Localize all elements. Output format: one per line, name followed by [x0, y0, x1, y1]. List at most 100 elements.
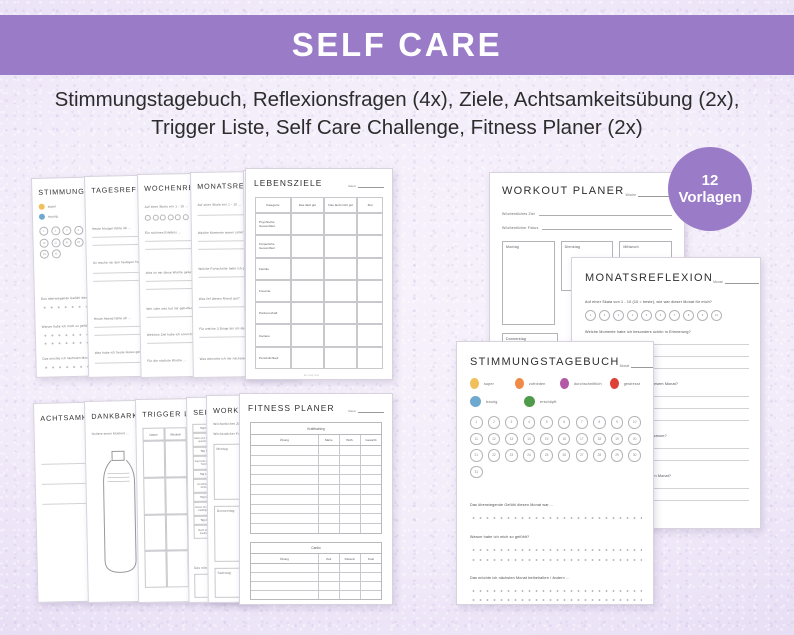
- row-cell[interactable]: [319, 446, 340, 455]
- month-input-line[interactable]: [724, 280, 759, 284]
- scale-circle[interactable]: 10: [711, 310, 722, 321]
- scale-circle[interactable]: 4: [627, 310, 638, 321]
- row-cell[interactable]: [319, 504, 340, 514]
- row-cell[interactable]: [340, 494, 361, 504]
- row-cell[interactable]: [361, 514, 381, 523]
- row-cell[interactable]: [251, 591, 319, 599]
- row-cell[interactable]: [251, 514, 319, 524]
- row-cell[interactable]: [324, 324, 358, 347]
- date-input-line[interactable]: [358, 184, 384, 188]
- date-field[interactable]: Datum: [348, 409, 384, 413]
- row-cell[interactable]: [357, 279, 383, 303]
- row-cell[interactable]: [361, 582, 381, 590]
- row-cell[interactable]: [357, 235, 383, 258]
- row-cell[interactable]: [144, 550, 167, 588]
- row-cell[interactable]: [361, 466, 381, 475]
- month-field[interactable]: Monat: [713, 280, 759, 284]
- row-cell[interactable]: [251, 475, 319, 485]
- row-cell[interactable]: [319, 573, 340, 581]
- row-cell[interactable]: [361, 524, 381, 533]
- row-cell[interactable]: [340, 446, 361, 455]
- row-cell[interactable]: [319, 455, 340, 465]
- day-circle[interactable]: 4: [522, 416, 536, 429]
- row-cell[interactable]: [324, 346, 358, 369]
- day-circle[interactable]: 29: [610, 449, 624, 462]
- date-input-line[interactable]: [358, 409, 384, 413]
- row-cell[interactable]: [324, 302, 358, 325]
- row-cell[interactable]: [290, 324, 325, 347]
- dotted-line[interactable]: [470, 590, 642, 592]
- dotted-line[interactable]: [470, 549, 642, 551]
- row-cell[interactable]: [166, 550, 189, 588]
- row-cell[interactable]: [319, 475, 340, 485]
- row-cell[interactable]: [251, 564, 319, 572]
- row-cell[interactable]: [361, 456, 381, 465]
- row-cell[interactable]: [290, 213, 325, 236]
- day-circle[interactable]: 19: [610, 432, 624, 445]
- row-cell[interactable]: [165, 513, 189, 551]
- dotted-line[interactable]: [470, 599, 642, 601]
- row-cell[interactable]: [324, 257, 358, 280]
- row-cell[interactable]: [319, 485, 340, 494]
- row-cell[interactable]: [361, 505, 381, 514]
- row-cell[interactable]: [361, 564, 381, 572]
- day-circle[interactable]: 1: [470, 416, 483, 429]
- row-cell[interactable]: [340, 504, 361, 514]
- scale-circle[interactable]: 3: [613, 310, 624, 321]
- scale-circle[interactable]: 2: [599, 310, 610, 321]
- day-circle[interactable]: 21: [470, 449, 483, 462]
- row-cell[interactable]: [357, 302, 383, 325]
- row-cell[interactable]: [340, 475, 361, 485]
- day-circle[interactable]: 14: [522, 432, 536, 445]
- row-cell[interactable]: [340, 582, 361, 590]
- row-cell[interactable]: [290, 302, 325, 325]
- day-circle[interactable]: 17: [575, 432, 589, 445]
- row-cell[interactable]: [319, 494, 340, 504]
- row-cell[interactable]: [251, 455, 319, 465]
- dotted-line[interactable]: [470, 517, 642, 519]
- row-cell[interactable]: [361, 485, 381, 494]
- row-cell[interactable]: [361, 475, 381, 484]
- row-cell[interactable]: [251, 582, 319, 590]
- row-cell[interactable]: [361, 446, 381, 455]
- row-cell[interactable]: [143, 514, 167, 552]
- row-cell[interactable]: [165, 476, 188, 515]
- day-circle[interactable]: 26: [557, 449, 571, 462]
- row-cell[interactable]: [340, 514, 361, 524]
- day-circle[interactable]: 5: [540, 416, 553, 429]
- goal-input-line[interactable]: [538, 211, 672, 216]
- day-circle[interactable]: 25: [540, 449, 553, 462]
- row-cell[interactable]: [324, 213, 358, 236]
- week-input-line[interactable]: [638, 193, 672, 197]
- row-cell[interactable]: [340, 465, 361, 475]
- day-circle[interactable]: 30: [628, 449, 641, 462]
- row-cell[interactable]: [164, 440, 188, 478]
- day-circle[interactable]: 8: [593, 416, 606, 429]
- row-cell[interactable]: [340, 564, 361, 572]
- scale-circle[interactable]: 6: [655, 310, 666, 321]
- day-circle[interactable]: 18: [593, 432, 606, 445]
- row-cell[interactable]: [340, 591, 361, 599]
- scale-circle[interactable]: 5: [641, 310, 652, 321]
- row-cell[interactable]: [319, 582, 340, 590]
- row-cell[interactable]: [251, 573, 319, 581]
- row-cell[interactable]: [340, 455, 361, 465]
- week-field[interactable]: Woche: [626, 193, 672, 197]
- day-circle[interactable]: 24: [522, 449, 536, 462]
- row-cell[interactable]: [361, 591, 381, 599]
- row-cell[interactable]: [251, 494, 319, 504]
- dotted-line[interactable]: [470, 559, 642, 561]
- row-cell[interactable]: [357, 346, 383, 369]
- row-cell[interactable]: [324, 235, 358, 258]
- row-cell[interactable]: [324, 279, 358, 303]
- row-cell[interactable]: [290, 257, 325, 280]
- row-cell[interactable]: [319, 564, 340, 572]
- day-circle[interactable]: 20: [628, 432, 641, 445]
- day-circle[interactable]: 12: [487, 432, 501, 445]
- row-cell[interactable]: [319, 591, 340, 599]
- day-circle[interactable]: 10: [628, 416, 641, 429]
- day-circle[interactable]: 22: [487, 449, 501, 462]
- row-cell[interactable]: [251, 485, 319, 494]
- row-cell[interactable]: [357, 213, 383, 236]
- row-cell[interactable]: [357, 257, 383, 280]
